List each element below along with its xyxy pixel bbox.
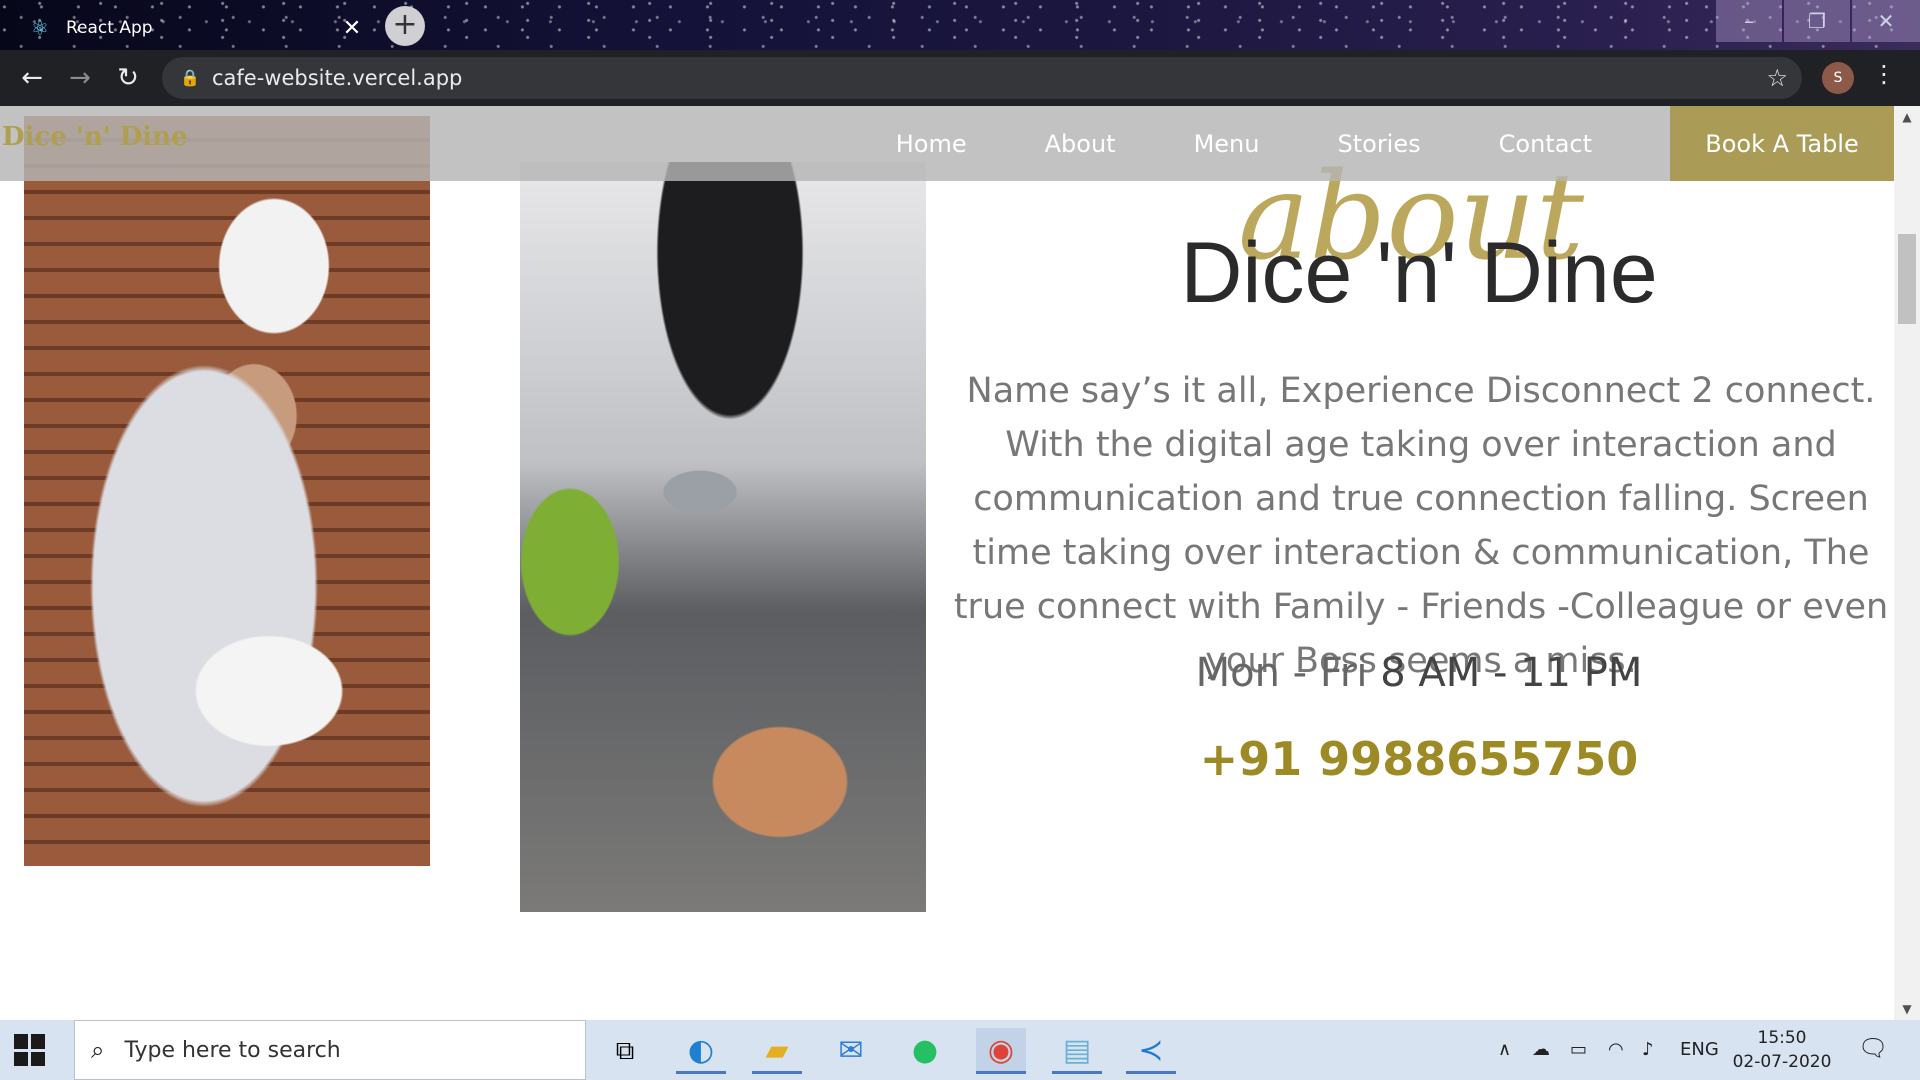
scroll-up-icon[interactable]: ▲ — [1894, 110, 1920, 124]
new-tab-button[interactable]: + — [385, 6, 425, 46]
address-bar[interactable]: 🔒 cafe-website.vercel.app ☆ — [162, 57, 1802, 99]
browser-toolbar: ← → ↻ 🔒 cafe-website.vercel.app ☆ S ⋮ — [0, 50, 1920, 106]
notepad-icon[interactable]: ▤ — [1052, 1028, 1102, 1074]
whatsapp-icon[interactable]: ● — [900, 1028, 950, 1074]
avatar[interactable]: S — [1822, 62, 1854, 94]
book-table-button[interactable]: Book A Table — [1670, 106, 1894, 181]
forward-icon[interactable]: → — [62, 60, 98, 96]
lock-icon: 🔒 — [180, 68, 200, 87]
site-header: Dice 'n' Dine Home About Menu Stories Co… — [0, 106, 1894, 181]
tab-title: React App — [66, 18, 153, 38]
wifi-icon[interactable]: ◠ — [1608, 1020, 1624, 1080]
page-title: Dice 'n' Dine — [1180, 225, 1658, 321]
search-placeholder: Type here to search — [124, 1037, 341, 1063]
hours-time: 8 AM - 11 PM — [1380, 650, 1643, 696]
mail-icon[interactable]: ✉ — [826, 1028, 876, 1074]
minimize-icon[interactable]: – — [1716, 0, 1782, 42]
nav-home[interactable]: Home — [896, 130, 967, 158]
page-viewport: about Dice 'n' Dine Name say’s it all, E… — [0, 106, 1920, 1020]
edge-icon[interactable]: ◐ — [676, 1028, 726, 1074]
menu-icon[interactable]: ⋮ — [1872, 60, 1896, 88]
battery-icon[interactable]: ▭ — [1570, 1020, 1587, 1080]
task-view-icon[interactable]: ⧉ — [600, 1028, 650, 1074]
windows-start-icon[interactable] — [14, 1034, 46, 1066]
close-window-icon[interactable]: ✕ — [1852, 0, 1920, 42]
clock-date: 02-07-2020 — [1732, 1052, 1832, 1072]
search-icon: ⌕ — [91, 1036, 105, 1064]
page-scrollbar[interactable]: ▲ ▼ — [1894, 106, 1920, 1020]
chef-photo — [24, 116, 430, 866]
system-clock[interactable]: 15:50 02-07-2020 — [1720, 1026, 1844, 1074]
reload-icon[interactable]: ↻ — [110, 60, 146, 96]
phone-number[interactable]: +91 9988655750 — [944, 732, 1894, 786]
react-icon: ⚛ — [31, 16, 49, 40]
nav-contact[interactable]: Contact — [1499, 130, 1592, 158]
main-nav: Home About Menu Stories Contact Book A T… — [896, 106, 1894, 181]
back-icon[interactable]: ← — [14, 60, 50, 96]
browser-tabstrip: ⚛ React App ✕ + – ❐ ✕ — [0, 0, 1920, 50]
hours-days: Mon - Fri — [1195, 650, 1368, 696]
taskbar-search[interactable]: ⌕ Type here to search — [74, 1020, 586, 1080]
tab-close-icon[interactable]: ✕ — [338, 16, 366, 41]
language-indicator[interactable]: ENG — [1680, 1020, 1719, 1080]
star-icon[interactable]: ☆ — [1766, 57, 1788, 99]
brand-logo[interactable]: Dice 'n' Dine — [2, 122, 188, 152]
opening-hours: Mon - Fri 8 AM - 11 PM — [944, 650, 1894, 696]
scroll-down-icon[interactable]: ▼ — [1894, 1002, 1920, 1016]
about-description: Name say’s it all, Experience Disconnect… — [953, 371, 1889, 681]
browser-tab[interactable]: ⚛ React App ✕ — [14, 6, 366, 50]
taskbar: ⌕ Type here to search ⧉ ◐ ▰ ✉ ● ◉ ▤ ≺ ∧ … — [0, 1020, 1920, 1080]
chrome-icon[interactable]: ◉ — [976, 1028, 1026, 1074]
notification-icon[interactable]: 🗨2 — [1858, 1034, 1888, 1080]
volume-icon[interactable]: ♪ — [1642, 1020, 1654, 1080]
file-explorer-icon[interactable]: ▰ — [752, 1028, 802, 1074]
onedrive-icon[interactable]: ☁ — [1532, 1020, 1550, 1080]
nav-about[interactable]: About — [1045, 130, 1116, 158]
kitchen-photo — [520, 162, 926, 912]
vscode-icon[interactable]: ≺ — [1126, 1028, 1176, 1074]
show-hidden-icons[interactable]: ∧ — [1498, 1020, 1511, 1080]
url-text: cafe-website.vercel.app — [212, 66, 463, 90]
scrollbar-thumb[interactable] — [1898, 234, 1916, 324]
nav-menu[interactable]: Menu — [1194, 130, 1260, 158]
restore-icon[interactable]: ❐ — [1784, 0, 1850, 42]
clock-time: 15:50 — [1757, 1028, 1807, 1048]
nav-stories[interactable]: Stories — [1337, 130, 1420, 158]
